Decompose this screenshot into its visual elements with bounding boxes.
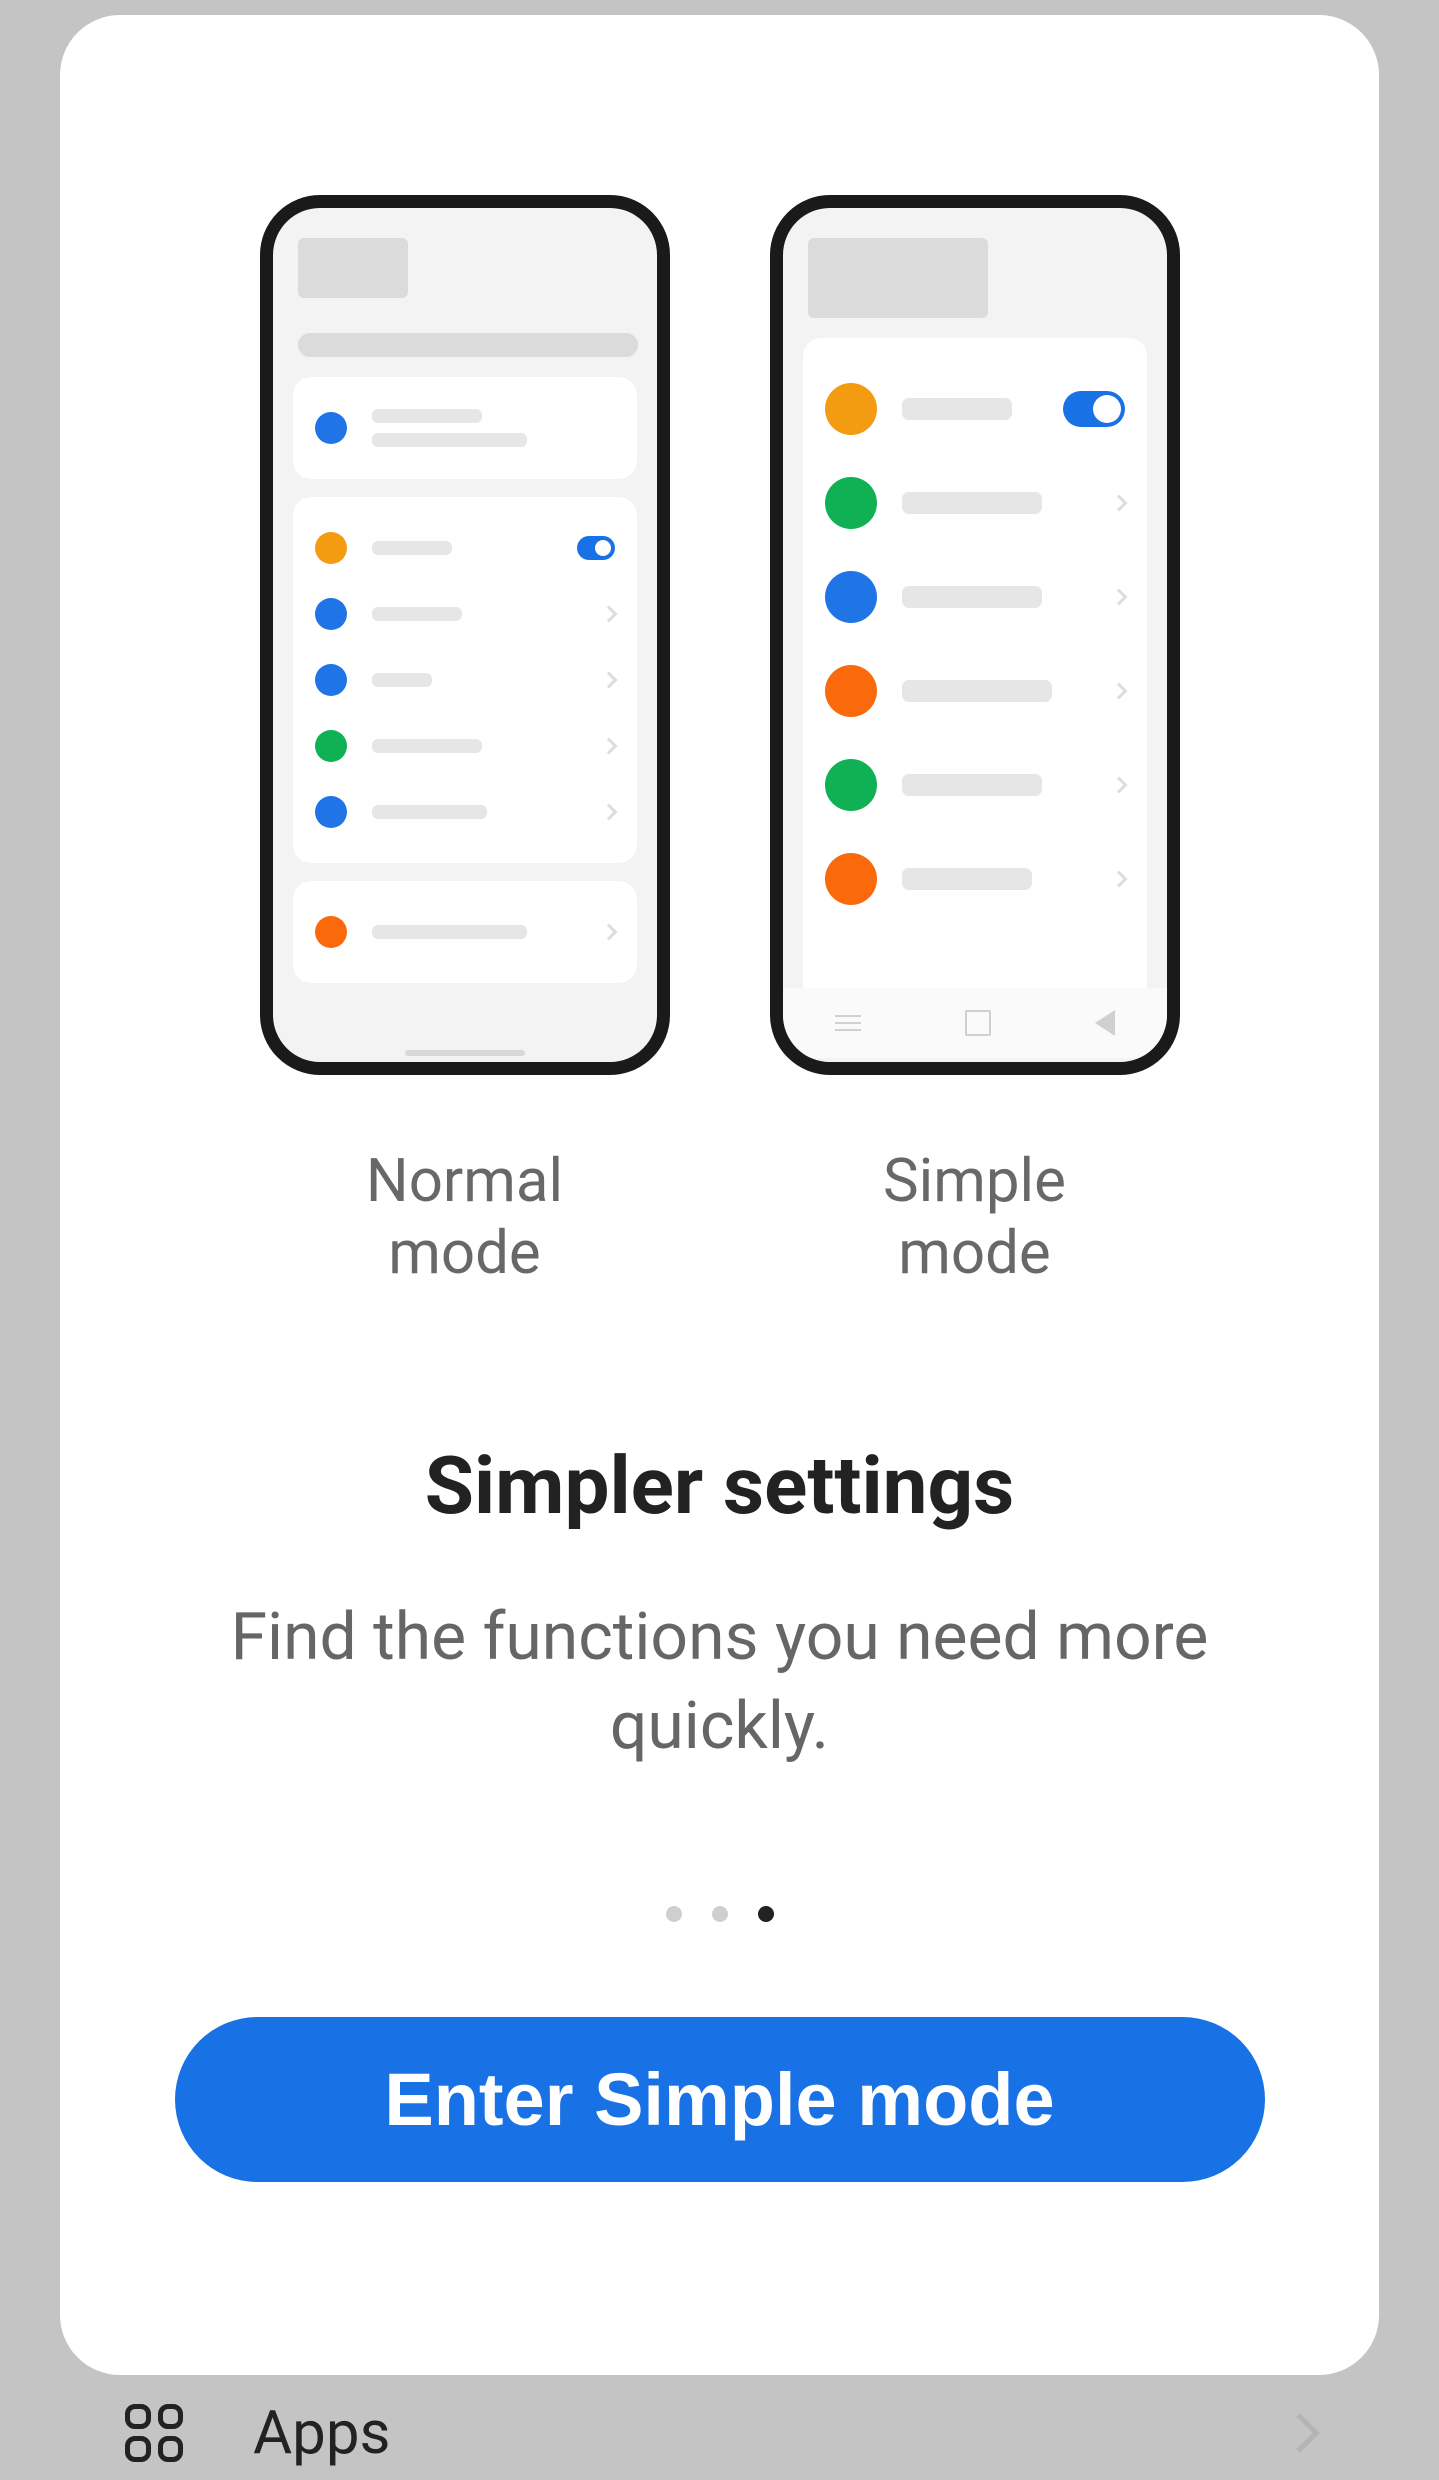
apps-grid-icon	[125, 2404, 183, 2462]
page-dot-2[interactable]	[712, 1906, 728, 1922]
chevron-right-icon	[1280, 2413, 1320, 2453]
chevron-right-icon	[600, 672, 617, 689]
dot-icon	[825, 571, 877, 623]
dot-icon	[825, 383, 877, 435]
chevron-right-icon	[1110, 777, 1127, 794]
onboarding-subheading: Find the functions you need more quickly…	[150, 1593, 1289, 1771]
page-dot-3[interactable]	[758, 1906, 774, 1922]
dot-icon	[315, 532, 347, 564]
dot-icon	[825, 759, 877, 811]
dot-icon	[315, 796, 347, 828]
toggle-icon	[1063, 391, 1125, 427]
dot-icon	[825, 477, 877, 529]
phone-label-simple: Simple mode	[883, 1145, 1066, 1289]
phones-illustration: Normal mode	[260, 195, 1180, 1289]
chevron-right-icon	[600, 738, 617, 755]
chevron-right-icon	[1110, 495, 1127, 512]
phone-frame-simple	[770, 195, 1180, 1075]
dot-icon	[315, 916, 347, 948]
toggle-icon	[577, 536, 615, 560]
chevron-right-icon	[1110, 589, 1127, 606]
settings-row-label: Apps	[253, 2397, 391, 2468]
dot-icon	[825, 665, 877, 717]
phone-normal-mode: Normal mode	[260, 195, 670, 1289]
dot-icon	[825, 853, 877, 905]
dot-icon	[315, 664, 347, 696]
recents-icon	[835, 1015, 861, 1031]
dot-icon	[315, 730, 347, 762]
chevron-right-icon	[600, 804, 617, 821]
phone-label-normal: Normal mode	[366, 1145, 563, 1289]
simple-mode-onboarding-modal: Normal mode	[60, 15, 1379, 2375]
back-icon	[1095, 1010, 1115, 1036]
dot-icon	[315, 598, 347, 630]
home-icon	[965, 1010, 991, 1036]
chevron-right-icon	[1110, 683, 1127, 700]
page-dot-1[interactable]	[666, 1906, 682, 1922]
page-indicator[interactable]	[666, 1906, 774, 1922]
chevron-right-icon	[1110, 871, 1127, 888]
dot-icon	[315, 412, 347, 444]
chevron-right-icon	[600, 606, 617, 623]
onboarding-heading: Simpler settings	[425, 1439, 1015, 1533]
android-nav-bar	[783, 988, 1167, 1058]
chevron-right-icon	[600, 924, 617, 941]
phone-frame-normal	[260, 195, 670, 1075]
enter-simple-mode-button[interactable]: Enter Simple mode	[175, 2017, 1265, 2182]
phone-simple-mode: Simple mode	[770, 195, 1180, 1289]
settings-row-apps[interactable]: Apps	[45, 2385, 1394, 2480]
